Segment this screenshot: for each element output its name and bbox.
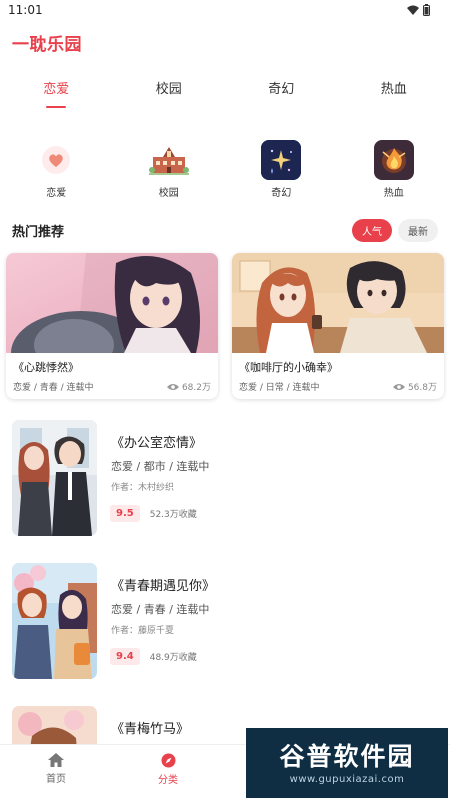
tab-action[interactable]: 热血 [338,74,450,114]
book-cover-image [12,420,97,536]
section-title: 热门推荐 [12,225,65,240]
cover-image [6,253,218,353]
hot-card[interactable]: 《心跳悸然》 恋爱 / 青春 / 连载中 68.2万 [6,253,218,399]
hot-card-tags: 恋爱 / 青春 / 连载中 [13,383,94,393]
collect-count: 48.9万收藏 [149,653,197,663]
tab-fantasy[interactable]: 奇幻 [225,74,338,114]
hot-card-title: 《咖啡厅的小确幸》 [239,361,338,374]
rating-badge: 9.4 [110,648,140,665]
watermark-text: 谷普软件园 [279,741,415,771]
view-count: 56.8万 [392,380,437,393]
nav-category[interactable]: 分类 [112,745,224,800]
category-romance[interactable]: 恋爱 [0,140,113,202]
book-author: 作者：木村纱织 [111,483,175,493]
book-genres: 恋爱 / 青春 / 连载中 [111,603,210,616]
list-item[interactable]: 《青春期遇见你》 恋爱 / 青春 / 连载中 作者：藤原千夏 9.4 48.9万… [12,563,438,681]
battery-icon [423,4,430,16]
hot-card-title: 《心跳悸然》 [13,361,79,374]
book-stats: 9.5 52.3万收藏 [110,505,197,522]
sort-popular-button[interactable]: 人气 [352,219,392,242]
book-genres: 恋爱 / 都市 / 连载中 [111,460,210,473]
book-title: 《青春期遇见你》 [111,579,216,594]
category-label: 奇幻 [271,188,292,199]
category-label: 恋爱 [46,188,67,199]
list-item[interactable]: 《办公室恋情》 恋爱 / 都市 / 连载中 作者：木村纱织 9.5 52.3万收… [12,420,438,538]
status-bar: 11:01 [0,0,450,22]
watermark-url: www.gupuxiazai.com [289,773,405,785]
category-label: 热血 [383,188,404,199]
hot-card[interactable]: 《咖啡厅的小确幸》 恋爱 / 日常 / 连载中 56.8万 [232,253,444,399]
sort-toggle: 人气 最新 [352,219,438,242]
book-title: 《青梅竹马》 [111,722,190,737]
rating-badge: 9.5 [110,505,140,522]
nav-label: 分类 [158,775,178,786]
book-title: 《办公室恋情》 [111,436,203,451]
view-count-value: 68.2万 [181,383,211,393]
compass-icon [161,753,175,768]
category-label: 校园 [158,188,179,199]
view-count-value: 56.8万 [407,383,437,393]
nav-home[interactable]: 首页 [0,745,112,800]
sparkle-star-icon [261,140,302,180]
nav-label: 首页 [46,774,66,785]
app-title: 一耽乐园 [12,35,82,55]
cover-image [232,253,444,353]
section-header: 热门推荐 人气 最新 [12,218,438,242]
school-building-icon [148,140,189,180]
tab-campus[interactable]: 校园 [113,74,226,114]
home-icon [48,753,64,767]
wifi-icon [407,5,419,15]
category-fantasy[interactable]: 奇幻 [225,140,338,202]
category-grid: 恋爱 校园 奇幻 热血 [0,140,450,202]
heart-icon [36,140,76,180]
book-author: 作者：藤原千夏 [111,626,175,636]
view-count: 68.2万 [166,380,211,393]
hot-card-meta: 恋爱 / 日常 / 连载中 56.8万 [232,375,444,393]
flame-burst-icon [373,140,414,180]
genre-tabs: 恋爱 校园 奇幻 热血 [0,74,450,114]
eye-icon [166,383,179,390]
collect-count: 52.3万收藏 [149,510,197,520]
sort-latest-button[interactable]: 最新 [398,219,438,242]
hot-card-tags: 恋爱 / 日常 / 连载中 [239,383,320,393]
watermark-logo: 谷普软件园 www.gupuxiazai.com [246,728,448,798]
eye-icon [392,383,405,390]
category-campus[interactable]: 校园 [113,140,226,202]
category-action[interactable]: 热血 [338,140,450,202]
book-cover-image [12,563,97,679]
status-icons [407,4,430,16]
hot-card-meta: 恋爱 / 青春 / 连载中 68.2万 [6,375,218,393]
book-stats: 9.4 48.9万收藏 [110,648,197,665]
tab-romance[interactable]: 恋爱 [0,74,113,114]
status-time: 11:01 [8,3,43,17]
